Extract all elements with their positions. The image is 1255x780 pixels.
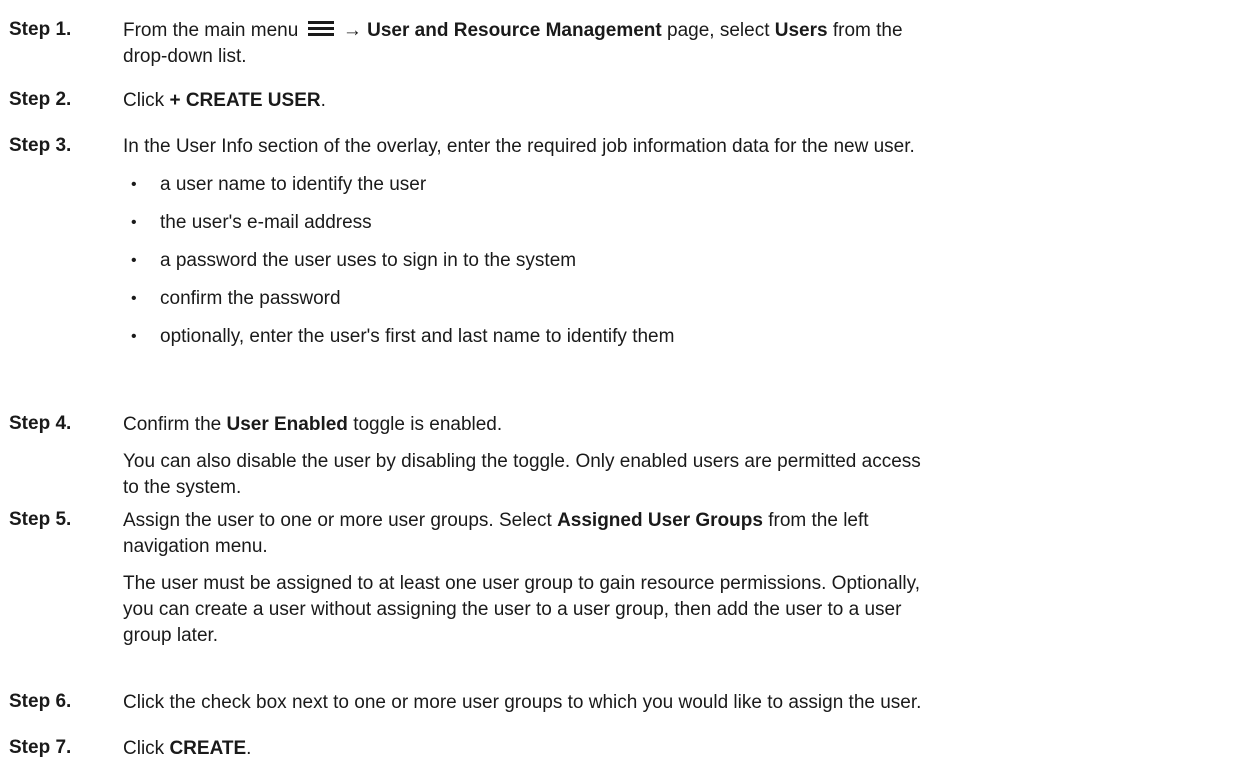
text: page, select <box>661 20 775 41</box>
bullet-list: • a user name to identify the user • the u… <box>123 172 1235 350</box>
text: From the main menu <box>123 20 304 41</box>
step-label: Step 6. <box>9 691 72 712</box>
step-label: Step 2. <box>9 89 72 110</box>
text: from the <box>827 20 903 41</box>
step-label: Step 4. <box>9 413 72 434</box>
step-text: Click + CREATE USER. <box>123 88 1235 114</box>
list-item-text: optionally, enter the user's first and l… <box>160 326 675 347</box>
step-note-line: to the system. <box>123 477 242 498</box>
list-item-text: a user name to identify the user <box>160 174 427 195</box>
text: from the left <box>762 510 869 531</box>
text: . <box>246 738 252 759</box>
step-text: Click CREATE. <box>123 736 1235 762</box>
step-body: In the User Info section of the overlay,… <box>123 134 1235 350</box>
text: Assign the user to one or more user grou… <box>123 510 558 531</box>
option-name: Users <box>774 20 828 41</box>
bullet-icon: • <box>131 290 137 307</box>
list-item-text: the user's e-mail address <box>160 212 372 233</box>
menu-item-name: Assigned User Groups <box>557 510 763 531</box>
step-body: From the main menu → User and Resource M… <box>123 18 1235 70</box>
step-note-line: you can create a user without assigning … <box>123 599 902 620</box>
step-body: Confirm the User Enabled toggle is enabl… <box>123 412 1235 501</box>
step-label: Step 7. <box>9 737 72 758</box>
text: . <box>320 90 326 111</box>
step-text: In the User Info section of the overlay,… <box>123 136 915 157</box>
step-body: Assign the user to one or more user grou… <box>123 508 1235 649</box>
procedure: Step 1. From the main menu → User and Re… <box>0 0 1255 780</box>
step-note-line: The user must be assigned to at least on… <box>123 573 921 594</box>
step-note-line: You can also disable the user by disabli… <box>123 451 921 472</box>
step-label: Step 1. <box>9 19 72 40</box>
arrow: → <box>337 20 368 41</box>
list-item: • optionally, enter the user's first and … <box>123 324 1235 350</box>
button-name: CREATE <box>169 738 247 759</box>
list-item-text: confirm the password <box>160 288 341 309</box>
list-item: • a user name to identify the user <box>123 172 1235 198</box>
bullet-icon: • <box>131 252 137 269</box>
step-text-line: drop-down list. <box>123 46 247 67</box>
step-body: Click CREATE. <box>123 736 1235 762</box>
list-item: • a password the user uses to sign in to … <box>123 248 1235 274</box>
list-item: • the user's e-mail address <box>123 210 1235 236</box>
text: Click <box>123 90 170 111</box>
step-note-line: group later. <box>123 625 219 646</box>
step-label: Step 3. <box>9 135 72 156</box>
hamburger-menu-icon <box>307 21 334 37</box>
step-text-line: navigation menu. <box>123 536 268 557</box>
list-item-text: a password the user uses to sign in to t… <box>160 250 577 271</box>
step-body: Click the check box next to one or more … <box>123 690 1235 716</box>
step-text: Click the check box next to one or more … <box>123 692 922 713</box>
text: Click <box>123 738 170 759</box>
step-label: Step 5. <box>9 509 72 530</box>
step-body: Click + CREATE USER. <box>123 88 1235 114</box>
step-text: Assign the user to one or more user grou… <box>123 508 1235 534</box>
step-text: From the main menu → User and Resource M… <box>123 18 1235 44</box>
bullet-icon: • <box>131 176 137 193</box>
menu-path: User and Resource Management <box>367 20 662 41</box>
text: toggle is enabled. <box>347 414 503 435</box>
bullet-icon: • <box>131 214 137 231</box>
list-item: • confirm the password <box>123 286 1235 312</box>
toggle-name: User Enabled <box>226 414 348 435</box>
bullet-icon: • <box>131 328 137 345</box>
step-text: Confirm the User Enabled toggle is enabl… <box>123 412 1235 438</box>
button-name: + CREATE USER <box>169 90 321 111</box>
text: Confirm the <box>123 414 227 435</box>
